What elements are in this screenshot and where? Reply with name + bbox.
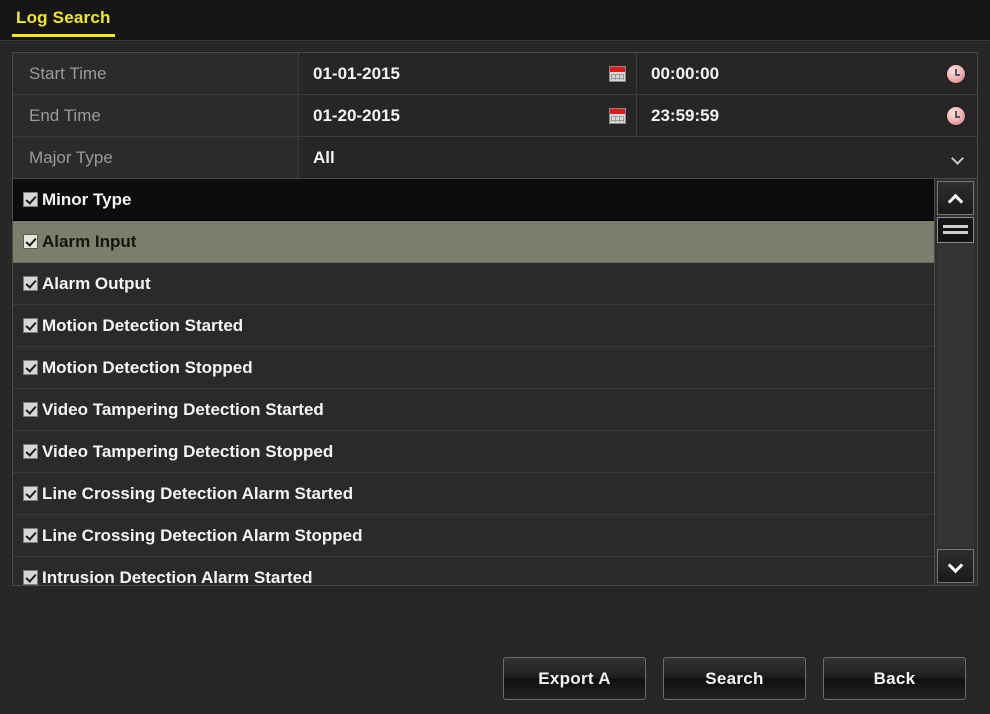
major-type-label: Major Type — [13, 137, 299, 179]
list-item[interactable]: Video Tampering Detection Stopped — [13, 431, 934, 473]
clock-icon[interactable] — [947, 106, 965, 125]
calendar-icon-top — [610, 66, 625, 72]
tab-log-search[interactable]: Log Search — [12, 7, 115, 37]
checkbox-checked-icon[interactable] — [23, 276, 38, 291]
major-type-value: All — [313, 148, 335, 167]
start-date-field[interactable]: 01-01-2015 — [299, 53, 637, 94]
end-time-field[interactable]: 23:59:59 — [637, 95, 977, 136]
list-item-label: Video Tampering Detection Started — [42, 399, 324, 419]
scroll-up-button[interactable] — [937, 181, 974, 215]
end-date-value: 01-20-2015 — [313, 105, 400, 125]
button-bar: Export A Search Back — [0, 657, 978, 700]
list-item[interactable]: Line Crossing Detection Alarm Started — [13, 473, 934, 515]
start-date-value: 01-01-2015 — [313, 63, 400, 83]
start-time-value: 00:00:00 — [651, 63, 720, 83]
checkbox-checked-icon[interactable] — [23, 570, 38, 585]
chevron-down-icon — [950, 560, 960, 570]
back-button[interactable]: Back — [823, 657, 966, 700]
export-all-button[interactable]: Export A — [503, 657, 646, 700]
checkbox-checked-icon[interactable] — [23, 318, 38, 333]
list-item-label: Video Tampering Detection Stopped — [42, 441, 334, 461]
list-item-label: Alarm Output — [42, 273, 151, 293]
checkbox-checked-icon[interactable] — [23, 360, 38, 375]
checkbox-checked-icon[interactable] — [23, 528, 38, 543]
scroll-thumb-grip — [943, 231, 968, 234]
list-item[interactable]: Motion Detection Stopped — [13, 347, 934, 389]
form-row-end-time: End Time 01-20-2015 23:59:59 — [13, 95, 977, 137]
form-row-major-type: Major Type All — [13, 137, 977, 179]
log-search-screen: Log Search Start Time 01-01-2015 00:00:0… — [0, 0, 990, 714]
calendar-icon[interactable] — [609, 65, 626, 82]
scroll-thumb-grip — [943, 225, 968, 228]
list-item-label: Intrusion Detection Alarm Started — [42, 567, 313, 586]
end-date-field[interactable]: 01-20-2015 — [299, 95, 637, 136]
list-item[interactable]: Video Tampering Detection Started — [13, 389, 934, 431]
minor-type-list: Minor Type Alarm Input Alarm Output Moti… — [13, 179, 934, 585]
list-item-label: Line Crossing Detection Alarm Stopped — [42, 525, 363, 545]
list-item[interactable]: Alarm Input — [13, 221, 934, 263]
list-item-label: Alarm Input — [42, 231, 137, 251]
list-item-label: Motion Detection Started — [42, 315, 244, 335]
list-item[interactable]: Motion Detection Started — [13, 305, 934, 347]
checkbox-checked-icon[interactable] — [23, 486, 38, 501]
chevron-down-icon[interactable] — [953, 153, 963, 163]
scrollbar-thumb[interactable] — [937, 217, 974, 243]
minor-type-listbox: Minor Type Alarm Input Alarm Output Moti… — [12, 178, 978, 586]
start-time-field[interactable]: 00:00:00 — [637, 53, 977, 94]
list-item[interactable]: Intrusion Detection Alarm Started — [13, 557, 934, 585]
list-item-label: Line Crossing Detection Alarm Started — [42, 483, 354, 503]
calendar-icon[interactable] — [609, 107, 626, 124]
checkbox-checked-icon[interactable] — [23, 402, 38, 417]
checkbox-checked-icon[interactable] — [23, 444, 38, 459]
search-button[interactable]: Search — [663, 657, 806, 700]
scrollbar-track[interactable] — [937, 217, 974, 547]
titlebar: Log Search — [0, 0, 990, 41]
list-item[interactable]: Alarm Output — [13, 263, 934, 305]
minor-type-header-label: Minor Type — [42, 189, 132, 209]
calendar-icon-top — [610, 108, 625, 114]
clock-icon[interactable] — [947, 64, 965, 83]
start-time-label: Start Time — [13, 53, 299, 94]
end-time-value: 23:59:59 — [651, 105, 720, 125]
end-time-label: End Time — [13, 95, 299, 136]
checkbox-checked-icon[interactable] — [23, 234, 38, 249]
list-scrollbar[interactable] — [934, 179, 977, 585]
list-item-label: Motion Detection Stopped — [42, 357, 253, 377]
checkbox-checked-icon[interactable] — [23, 192, 38, 207]
list-item[interactable]: Line Crossing Detection Alarm Stopped — [13, 515, 934, 557]
form-row-start-time: Start Time 01-01-2015 00:00:00 — [13, 53, 977, 95]
calendar-icon-grid — [611, 73, 624, 80]
major-type-select[interactable]: All — [299, 137, 977, 179]
calendar-icon-grid — [611, 115, 624, 122]
chevron-up-icon — [950, 192, 960, 202]
scroll-down-button[interactable] — [937, 549, 974, 583]
minor-type-header-row[interactable]: Minor Type — [13, 179, 934, 221]
search-criteria-form: Start Time 01-01-2015 00:00:00 End Time … — [12, 52, 978, 180]
